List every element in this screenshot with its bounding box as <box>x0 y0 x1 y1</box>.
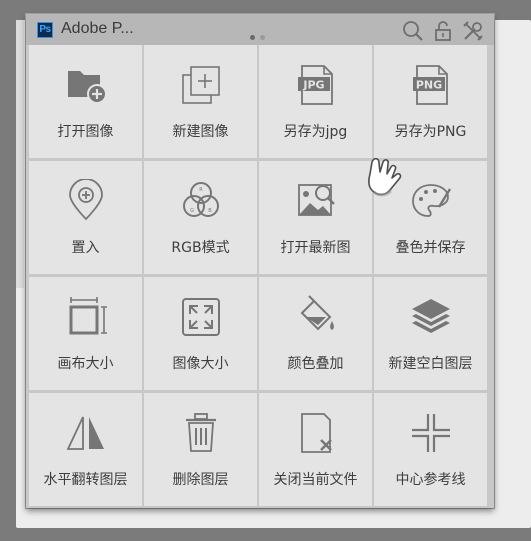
panel-title: Adobe P... <box>61 20 134 37</box>
photoshop-logo-icon: Ps <box>37 22 53 38</box>
color-fill-icon <box>294 295 338 339</box>
new-blank-layer-button[interactable]: 新建空白图层 <box>374 277 487 390</box>
flip-layer-horizontal-button[interactable]: 水平翻转图层 <box>29 393 142 506</box>
open-recent-image-icon <box>294 179 338 223</box>
tile-label: 关闭当前文件 <box>273 472 358 488</box>
canvas-size-button[interactable]: 画布大小 <box>29 277 142 390</box>
save-as-png-button[interactable]: PNG 另存为PNG <box>374 45 487 158</box>
jpg-file-badge: JPG <box>302 79 324 92</box>
tools-icon[interactable] <box>462 20 484 42</box>
flip-horizontal-icon <box>64 411 108 455</box>
tile-label: 删除图层 <box>172 472 229 488</box>
tile-label: 画布大小 <box>57 356 114 372</box>
extension-panel: Ps Adobe P... 打开图像 新建图像 JPG 另存为jpg PNG 另… <box>26 14 494 508</box>
rgb-channel-g: G <box>190 208 194 214</box>
tile-label: 颜色叠加 <box>287 356 344 372</box>
layers-icon <box>409 295 453 339</box>
open-folder-icon <box>64 63 108 107</box>
rgb-channel-r: R <box>199 187 203 193</box>
save-as-jpg-button[interactable]: JPG 另存为jpg <box>259 45 372 158</box>
trash-icon <box>179 411 223 455</box>
tile-label: 中心参考线 <box>395 472 466 488</box>
panel-titlebar[interactable]: Ps Adobe P... <box>26 14 494 45</box>
image-size-button[interactable]: 图像大小 <box>144 277 257 390</box>
hand-cursor-icon <box>364 152 410 200</box>
rgb-channel-b: B <box>208 208 212 214</box>
page-dot-2[interactable] <box>260 35 265 40</box>
place-button[interactable]: 置入 <box>29 161 142 274</box>
open-recent-image-button[interactable]: 打开最新图 <box>259 161 372 274</box>
tile-label: 另存为jpg <box>283 124 348 140</box>
palette-icon <box>409 179 453 223</box>
rgb-circles-icon: R G B <box>179 179 223 223</box>
tile-label: 图像大小 <box>172 356 229 372</box>
tile-label: 另存为PNG <box>394 124 467 140</box>
tile-label: 水平翻转图层 <box>43 472 128 488</box>
delete-layer-button[interactable]: 删除图层 <box>144 393 257 506</box>
center-guides-icon <box>409 411 453 455</box>
open-image-button[interactable]: 打开图像 <box>29 45 142 158</box>
tile-label: 叠色并保存 <box>395 240 466 256</box>
new-image-button[interactable]: 新建图像 <box>144 45 257 158</box>
close-current-file-button[interactable]: 关闭当前文件 <box>259 393 372 506</box>
page-indicator <box>250 35 265 40</box>
close-file-icon <box>294 411 338 455</box>
tile-label: 新建空白图层 <box>388 356 473 372</box>
png-file-badge: PNG <box>415 79 441 92</box>
tile-label: 置入 <box>71 240 100 256</box>
page-dot-1[interactable] <box>250 35 255 40</box>
host-window-edge <box>16 20 24 288</box>
center-guides-button[interactable]: 中心参考线 <box>374 393 487 506</box>
tile-label: 新建图像 <box>172 124 229 140</box>
jpg-file-icon: JPG <box>294 63 338 107</box>
search-icon[interactable] <box>402 20 424 42</box>
lock-icon[interactable] <box>432 20 454 42</box>
tile-label: RGB模式 <box>171 240 230 256</box>
image-size-icon <box>179 295 223 339</box>
tile-label: 打开最新图 <box>280 240 351 256</box>
canvas-size-icon <box>64 295 108 339</box>
tile-label: 打开图像 <box>57 124 114 140</box>
place-pin-icon <box>64 179 108 223</box>
new-image-icon <box>179 63 223 107</box>
png-file-icon: PNG <box>409 63 453 107</box>
action-grid: 打开图像 新建图像 JPG 另存为jpg PNG 另存为PNG 置入 R G B… <box>29 45 487 506</box>
color-overlay-button[interactable]: 颜色叠加 <box>259 277 372 390</box>
rgb-mode-button[interactable]: R G B RGB模式 <box>144 161 257 274</box>
